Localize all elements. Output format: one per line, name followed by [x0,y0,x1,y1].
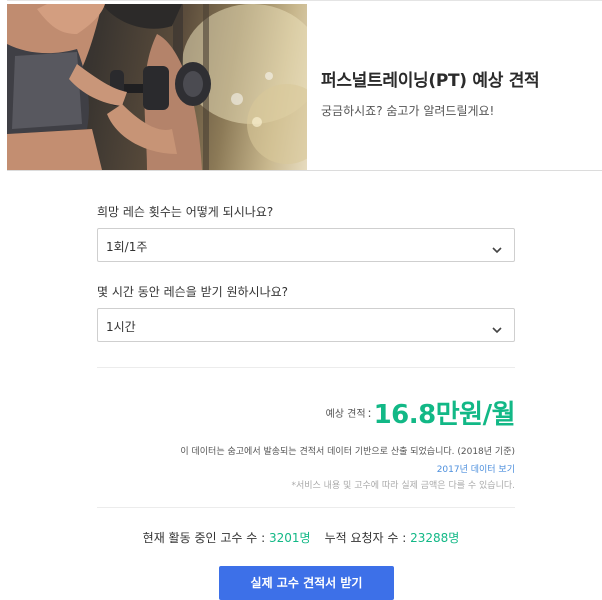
estimate-colon: : [367,405,372,420]
active-experts-count: 3201명 [268,531,311,545]
chevron-down-icon [492,240,502,259]
data-source-note: 이 데이터는 숨고에서 발송되는 견적서 데이터 기반으로 산출 되었습니다. … [180,447,515,457]
page-title: 퍼스널트레이닝(PT) 예상 견적 [321,71,540,91]
page-subtitle: 궁금하시죠? 숨고가 알려드릴게요! [321,104,495,118]
active-experts-label: 현재 활동 중인 고수 수 : [142,531,266,545]
hero-banner: 퍼스널트레이닝(PT) 예상 견적 궁금하시죠? 숨고가 알려드릴게요! [7,4,602,171]
chevron-down-icon [492,320,502,339]
top-divider [7,0,602,1]
lesson-frequency-question: 희망 레슨 횟수는 어떻게 되시나요? [97,205,274,219]
hero-text-block: 퍼스널트레이닝(PT) 예상 견적 궁금하시죠? 숨고가 알려드릴게요! [321,66,540,119]
price-disclaimer: *서비스 내용 및 고수에 따라 실제 금액은 다를 수 있습니다. [291,481,515,491]
section-divider [97,367,515,368]
estimate-label: 예상 견적 [325,409,366,420]
section-divider [97,507,515,508]
lesson-frequency-select[interactable]: 1회/1주 [97,228,515,262]
view-2017-data-link[interactable]: 2017년 데이터 보기 [437,462,515,475]
lesson-duration-value: 1시간 [106,320,136,334]
total-requesters-label: 누적 요청자 수 : [324,531,407,545]
estimate-value: 16.8만원/월 [373,400,516,430]
lesson-duration-select[interactable]: 1시간 [97,308,515,342]
activity-stats: 현재 활동 중인 고수 수 : 3201명 누적 요청자 수 : 23288명 [0,529,602,546]
get-real-quotes-button[interactable]: 실제 고수 견적서 받기 [219,566,394,600]
lesson-duration-question: 몇 시간 동안 레슨을 받기 원하시나요? [97,285,289,299]
estimate-block: 예상 견적:16.8만원/월 [325,394,516,431]
total-requesters-count: 23288명 [410,531,460,545]
lesson-frequency-value: 1회/1주 [106,240,148,254]
hero-photo-trainer-dumbbell [7,4,307,170]
